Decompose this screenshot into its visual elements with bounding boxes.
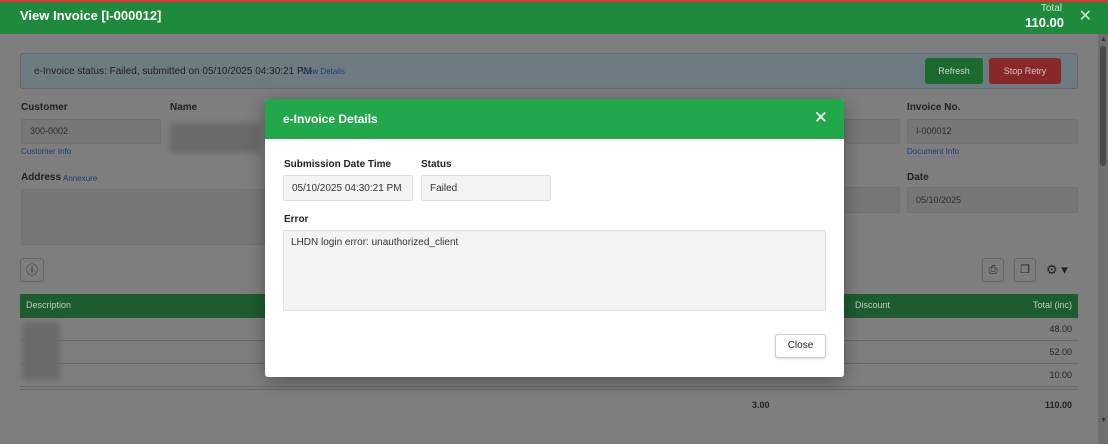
name-field-redacted <box>170 123 260 153</box>
submission-datetime-field[interactable]: 05/10/2025 04:30:21 PM <box>283 175 413 201</box>
annexure-link[interactable]: Annexure <box>63 174 97 183</box>
col-discount: Discount <box>855 300 891 310</box>
date-label: Date <box>907 172 929 183</box>
close-icon[interactable]: ✕ <box>814 108 828 128</box>
customer-field[interactable]: 300-0002 <box>21 119 161 144</box>
scroll-down-icon[interactable]: ▼ <box>1100 417 1107 424</box>
total-value: 110.00 <box>1024 15 1064 30</box>
error-textarea[interactable]: LHDN login error: unauthorized_client <box>283 230 826 311</box>
einvoice-details-modal: e-Invoice Details ✕ Submission Date Time… <box>265 99 844 377</box>
scrollbar-thumb[interactable] <box>1100 46 1106 166</box>
col-total: Total (inc) <box>1032 300 1072 310</box>
copy-icon[interactable]: ❐ <box>1014 258 1036 282</box>
hidden-field-right-2[interactable] <box>844 187 900 213</box>
row-descriptions-redacted <box>22 322 60 380</box>
window-titlebar: View Invoice [I-000012] Total 110.00 ✕ <box>0 0 1108 34</box>
window-title: View Invoice [I-000012] <box>20 8 162 23</box>
status-field[interactable]: Failed <box>421 175 551 201</box>
modal-header: e-Invoice Details ✕ <box>265 99 844 139</box>
error-label: Error <box>284 214 309 225</box>
close-window-icon[interactable]: ✕ <box>1079 6 1092 26</box>
summary-qty: 3.00 <box>752 400 770 410</box>
total-label: Total <box>1040 3 1062 14</box>
submission-datetime-label: Submission Date Time <box>284 159 392 170</box>
row-total: 48.00 <box>1049 324 1072 334</box>
modal-title: e-Invoice Details <box>283 112 378 126</box>
stop-retry-button[interactable]: Stop Retry <box>989 58 1061 84</box>
row-total: 10.00 <box>1049 370 1072 380</box>
close-button[interactable]: Close <box>775 334 826 358</box>
customer-info-link[interactable]: Customer Info <box>21 147 71 156</box>
customer-label: Customer <box>21 102 68 113</box>
info-circle-icon[interactable]: ⓘ <box>20 258 44 282</box>
date-field[interactable]: 05/10/2025 <box>907 187 1078 213</box>
document-info-link[interactable]: Document Info <box>907 147 959 156</box>
address-label: Address <box>21 172 62 183</box>
pdf-icon[interactable]: ⎙ <box>982 258 1004 282</box>
summary-total: 110.00 <box>1044 400 1072 410</box>
status-label: Status <box>421 159 452 170</box>
col-description: Description <box>26 300 72 310</box>
address-field[interactable] <box>21 189 265 245</box>
refresh-button[interactable]: Refresh <box>925 58 983 84</box>
gear-icon[interactable]: ⚙ ▾ <box>1046 262 1068 278</box>
einvoice-status-text: e-Invoice status: Failed, submitted on 0… <box>34 66 312 77</box>
table-summary-row: 3.00 110.00 <box>20 389 1078 421</box>
hidden-field-right[interactable] <box>844 119 900 144</box>
scroll-up-icon[interactable]: ▲ <box>1100 36 1107 43</box>
row-total: 52.00 <box>1049 347 1072 357</box>
view-details-link[interactable]: View Details <box>301 67 345 76</box>
name-label: Name <box>170 102 198 113</box>
einvoice-status-bar: e-Invoice status: Failed, submitted on 0… <box>20 53 1078 89</box>
invoice-no-label: Invoice No. <box>907 102 961 113</box>
scrollbar[interactable]: ▲ ▼ <box>1098 34 1108 444</box>
invoice-no-field[interactable]: I-000012 <box>907 119 1078 144</box>
